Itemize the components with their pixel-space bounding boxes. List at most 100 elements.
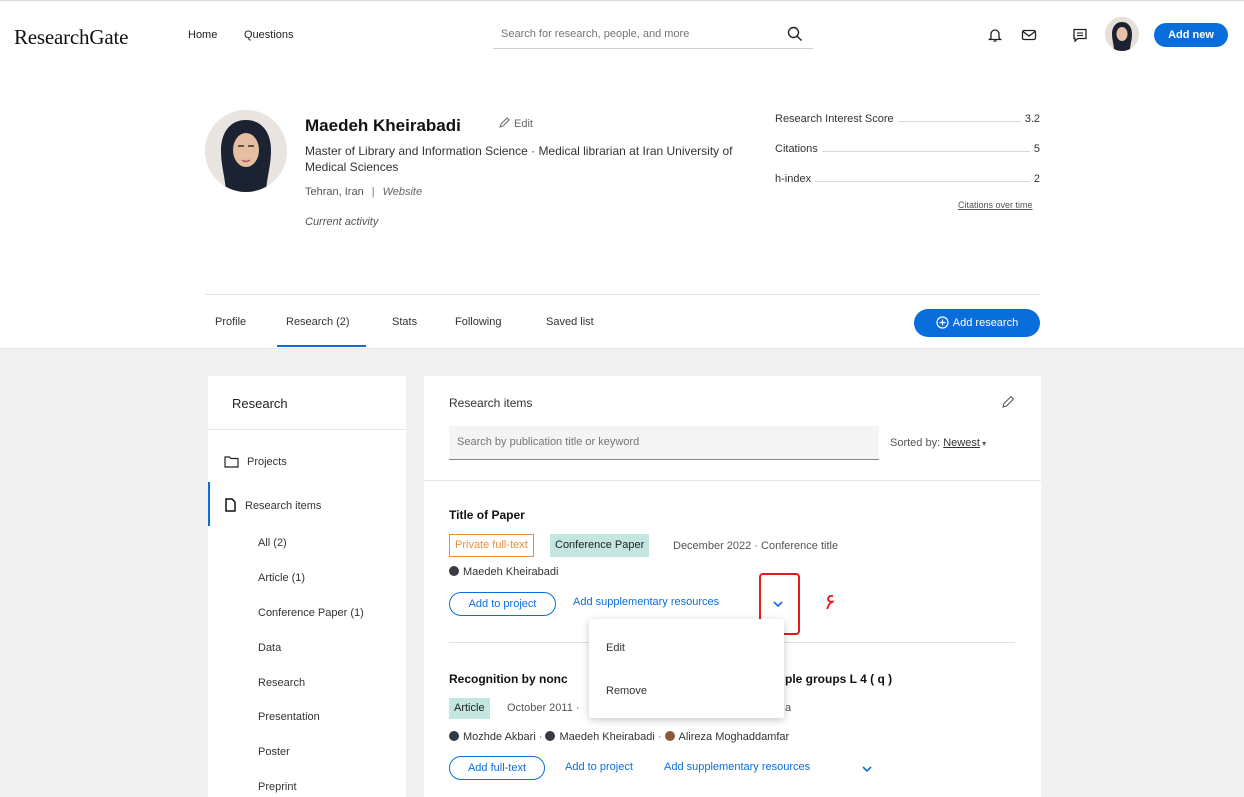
sidebar-sub-conference-paper[interactable]: Conference Paper (1)	[258, 607, 364, 619]
search-icon[interactable]	[787, 26, 803, 42]
publication-search	[449, 426, 879, 460]
metric-research-interest: Research Interest Score 3.2	[775, 113, 1040, 129]
nav-home[interactable]: Home	[188, 29, 217, 41]
author-avatar	[545, 731, 556, 741]
sidebar-item-research-items[interactable]: Research items	[224, 498, 321, 512]
nav-questions[interactable]: Questions	[244, 29, 294, 41]
add-research-button[interactable]: Add research	[914, 309, 1040, 337]
profile-photo	[205, 110, 287, 192]
edit-profile-link[interactable]: Edit	[498, 117, 533, 130]
item-authors: Mozhde Akbari · Maedeh Kheirabadi · Alireza …	[449, 731, 789, 743]
type-badge: Article	[449, 698, 490, 719]
metric-value: 5	[1029, 143, 1040, 155]
item-meta: October 2011 ·	[507, 702, 580, 714]
metric-label: Citations	[775, 143, 822, 155]
metric-citations: Citations 5	[775, 143, 1040, 159]
tab-profile[interactable]: Profile	[215, 316, 246, 328]
tab-stats[interactable]: Stats	[392, 316, 417, 328]
type-badge: Conference Paper	[550, 534, 650, 557]
panel-title: Research items	[449, 396, 533, 410]
private-fulltext-badge: Private full-text	[449, 534, 534, 557]
sidebar-sub-preprint[interactable]: Preprint	[258, 781, 297, 793]
tab-saved-list[interactable]: Saved list	[546, 316, 594, 328]
sidebar-title: Research	[232, 396, 288, 411]
global-search-input[interactable]	[493, 21, 773, 47]
author-name: Maedeh Kheirabadi	[463, 566, 559, 578]
sidebar-sub-all[interactable]: All (2)	[258, 537, 287, 549]
profile-location: Tehran, Iran	[305, 186, 364, 198]
sidebar-sub-poster[interactable]: Poster	[258, 746, 290, 758]
profile-description: Master of Library and Information Scienc…	[305, 144, 733, 174]
panel-divider	[424, 480, 1041, 481]
sidebar-item-projects[interactable]: Projects	[224, 455, 287, 468]
sidebar-sub-presentation[interactable]: Presentation	[258, 711, 320, 723]
pencil-icon[interactable]	[1001, 395, 1015, 409]
author-name[interactable]: Mozhde Akbari	[463, 731, 536, 743]
add-to-project-button[interactable]: Add to project	[449, 592, 556, 616]
website-link[interactable]: Website	[383, 186, 423, 198]
sidebar-sub-research[interactable]: Research	[258, 677, 305, 689]
add-to-project-link[interactable]: Add to project	[565, 761, 633, 773]
metric-h-index: h-index 2	[775, 173, 1040, 189]
item-meta: December 2022 · Conference title	[673, 540, 839, 552]
sort-label: Sorted by:	[890, 437, 941, 449]
caret-down-icon: ▾	[979, 439, 987, 448]
item-actions-menu: Edit Remove	[589, 619, 784, 718]
item-title[interactable]: Recognition by nonc	[449, 672, 568, 686]
current-activity-link[interactable]: Current activity	[305, 216, 378, 228]
item-title[interactable]: Title of Paper	[449, 508, 525, 522]
profile-name: Maedeh Kheirabadi	[305, 116, 461, 135]
global-search	[493, 21, 813, 49]
plus-circle-icon	[936, 316, 949, 329]
publication-search-input[interactable]	[449, 426, 869, 458]
research-sidebar: Research Projects Research items All (2)…	[208, 376, 406, 797]
add-research-label: Add research	[952, 317, 1019, 329]
add-fulltext-button[interactable]: Add full-text	[449, 756, 545, 780]
author-name[interactable]: Maedeh Kheirabadi	[559, 731, 654, 743]
add-supplementary-link[interactable]: Add supplementary resources	[573, 596, 719, 608]
annotation-number: ۶	[824, 590, 836, 615]
citations-over-time-link[interactable]: Citations over time	[958, 200, 1033, 210]
sidebar-sub-article[interactable]: Article (1)	[258, 572, 305, 584]
sidebar-sub-data[interactable]: Data	[258, 642, 281, 654]
item-title-continued[interactable]: ple groups L 4 ( q )	[785, 672, 892, 686]
profile-location-row: Tehran, Iran | Website	[305, 186, 422, 198]
bell-icon[interactable]	[987, 27, 1003, 43]
researchgate-logo[interactable]: ResearchGate	[14, 25, 128, 50]
mail-icon[interactable]	[1021, 27, 1037, 43]
author-avatar	[664, 731, 675, 741]
research-items-panel: Research items Sorted by: Newest ▾ Title…	[424, 376, 1041, 797]
sidebar-active-indicator	[208, 482, 210, 526]
add-new-button[interactable]: Add new	[1154, 23, 1228, 47]
user-avatar[interactable]	[1105, 17, 1139, 51]
sidebar-item-label: Research items	[245, 500, 322, 512]
author-avatar	[449, 731, 459, 741]
messages-icon[interactable]	[1072, 27, 1088, 43]
top-bar: ResearchGate Home Questions Add new	[0, 0, 1244, 68]
document-icon	[225, 498, 236, 512]
pencil-icon	[499, 117, 510, 128]
avatar-image	[1105, 17, 1139, 51]
item-author[interactable]: Maedeh Kheirabadi	[449, 566, 558, 578]
active-tab-indicator	[277, 345, 366, 347]
separator: ·	[657, 731, 662, 743]
author-name[interactable]: Alireza Moghaddamfar	[679, 731, 790, 743]
tabs-divider	[205, 294, 1040, 295]
sidebar-item-label: Projects	[247, 456, 287, 468]
sort-value: Newest	[943, 437, 980, 449]
tab-research[interactable]: Research (2)	[286, 316, 350, 328]
author-avatar	[449, 566, 459, 576]
metric-label: h-index	[775, 173, 816, 185]
chevron-down-icon[interactable]	[861, 765, 873, 773]
item-meta-continued: a	[785, 702, 792, 714]
tab-following[interactable]: Following	[455, 316, 501, 328]
sort-dropdown[interactable]: Sorted by: Newest ▾	[890, 437, 986, 449]
metric-label: Research Interest Score	[775, 113, 898, 125]
folder-icon	[224, 456, 239, 468]
sidebar-divider	[208, 429, 406, 430]
menu-item-edit[interactable]: Edit	[606, 642, 625, 654]
separator: |	[371, 186, 375, 198]
metric-value: 2	[1029, 173, 1040, 185]
add-supplementary-link[interactable]: Add supplementary resources	[664, 761, 810, 773]
menu-item-remove[interactable]: Remove	[606, 685, 647, 697]
